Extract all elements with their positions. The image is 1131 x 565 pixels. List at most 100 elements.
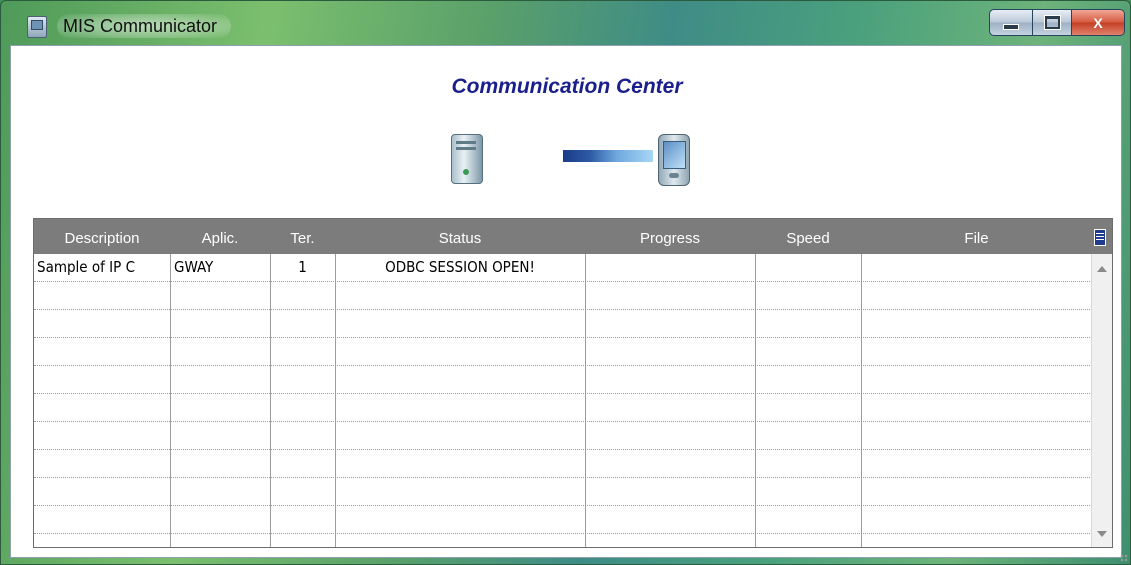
connection-bar-icon bbox=[563, 150, 653, 162]
cell-status: ODBC SESSION OPEN! bbox=[385, 258, 535, 276]
cell-file bbox=[861, 310, 1092, 337]
cell-speed bbox=[755, 282, 861, 309]
column-divider bbox=[170, 254, 171, 547]
table-row[interactable] bbox=[34, 338, 1092, 366]
table-row[interactable] bbox=[34, 394, 1092, 422]
cell-speed bbox=[755, 310, 861, 337]
caption-buttons: X bbox=[989, 9, 1125, 36]
cell-ter bbox=[270, 478, 335, 505]
column-divider bbox=[335, 254, 336, 547]
cell-file bbox=[861, 506, 1092, 533]
cell-description: Sample of IP C bbox=[37, 258, 136, 276]
table-row[interactable] bbox=[34, 282, 1092, 310]
cell-aplic bbox=[174, 478, 268, 505]
cell-description bbox=[37, 338, 169, 365]
cell-progress bbox=[585, 366, 755, 393]
table-row[interactable] bbox=[34, 450, 1092, 478]
app-icon[interactable] bbox=[27, 16, 47, 38]
table-body: Sample of IP C GWAY 1 ODBC SESSION OPEN! bbox=[34, 254, 1092, 547]
cell-status bbox=[335, 478, 585, 505]
cell-description bbox=[37, 394, 169, 421]
cell-ter bbox=[270, 422, 335, 449]
table-header: Description Aplic. Ter. Status Progress … bbox=[34, 219, 1112, 254]
cell-speed bbox=[755, 506, 861, 533]
vertical-scrollbar[interactable] bbox=[1091, 254, 1112, 547]
close-icon: X bbox=[1093, 14, 1103, 31]
table-row[interactable]: Sample of IP C GWAY 1 ODBC SESSION OPEN! bbox=[34, 254, 1092, 282]
cell-file bbox=[861, 338, 1092, 365]
main-window: MIS Communicator X Communication Center … bbox=[0, 0, 1131, 565]
cell-aplic bbox=[174, 282, 268, 309]
cell-description bbox=[37, 422, 169, 449]
column-divider bbox=[585, 254, 586, 547]
scroll-down-icon[interactable] bbox=[1097, 531, 1107, 537]
cell-status bbox=[335, 366, 585, 393]
column-divider bbox=[861, 254, 862, 547]
table-row[interactable] bbox=[34, 366, 1092, 394]
cell-aplic bbox=[174, 506, 268, 533]
cell-status bbox=[335, 310, 585, 337]
cell-description bbox=[37, 506, 169, 533]
minimize-button[interactable] bbox=[989, 9, 1033, 36]
window-title: MIS Communicator bbox=[57, 14, 232, 38]
column-chooser-icon[interactable] bbox=[1094, 229, 1106, 246]
cell-progress bbox=[585, 450, 755, 477]
cell-ter bbox=[270, 506, 335, 533]
scroll-up-icon[interactable] bbox=[1097, 266, 1107, 272]
cell-file bbox=[861, 450, 1092, 477]
cell-file bbox=[861, 254, 1092, 281]
resize-grip-icon[interactable] bbox=[1120, 554, 1128, 562]
cell-progress bbox=[585, 394, 755, 421]
cell-aplic bbox=[174, 450, 268, 477]
column-header-file[interactable]: File bbox=[861, 219, 1092, 254]
cell-aplic bbox=[174, 310, 268, 337]
cell-description bbox=[37, 478, 169, 505]
cell-status bbox=[335, 338, 585, 365]
column-header-aplic[interactable]: Aplic. bbox=[170, 219, 270, 254]
cell-progress bbox=[585, 310, 755, 337]
column-header-progress[interactable]: Progress bbox=[585, 219, 755, 254]
column-divider bbox=[755, 254, 756, 547]
cell-description bbox=[37, 282, 169, 309]
cell-speed bbox=[755, 422, 861, 449]
cell-status bbox=[335, 422, 585, 449]
column-header-status[interactable]: Status bbox=[335, 219, 585, 254]
cell-ter bbox=[270, 450, 335, 477]
cell-file bbox=[861, 394, 1092, 421]
column-header-ter[interactable]: Ter. bbox=[270, 219, 335, 254]
cell-aplic bbox=[174, 338, 268, 365]
cell-aplic bbox=[174, 394, 268, 421]
cell-speed bbox=[755, 450, 861, 477]
table-row[interactable] bbox=[34, 422, 1092, 450]
cell-ter bbox=[270, 282, 335, 309]
table-row[interactable] bbox=[34, 310, 1092, 338]
pda-icon bbox=[658, 134, 690, 186]
column-header-description[interactable]: Description bbox=[34, 219, 170, 254]
cell-file bbox=[861, 282, 1092, 309]
cell-progress bbox=[585, 422, 755, 449]
title-bar[interactable]: MIS Communicator X bbox=[1, 1, 1131, 45]
maximize-icon bbox=[1044, 16, 1060, 29]
cell-description bbox=[37, 366, 169, 393]
cell-ter bbox=[270, 310, 335, 337]
cell-status bbox=[335, 282, 585, 309]
table-row[interactable] bbox=[34, 478, 1092, 506]
cell-ter: 1 bbox=[298, 258, 307, 276]
cell-progress bbox=[585, 254, 755, 281]
cell-progress bbox=[585, 506, 755, 533]
page-title: Communication Center bbox=[451, 75, 683, 98]
column-divider bbox=[270, 254, 271, 547]
client-area: Communication Center Description Aplic. … bbox=[10, 45, 1122, 558]
cell-speed bbox=[755, 394, 861, 421]
cell-file bbox=[861, 422, 1092, 449]
cell-ter bbox=[270, 338, 335, 365]
cell-aplic: GWAY bbox=[174, 258, 214, 276]
cell-progress bbox=[585, 282, 755, 309]
server-icon bbox=[451, 134, 483, 184]
close-button[interactable]: X bbox=[1072, 9, 1125, 36]
cell-description bbox=[37, 310, 169, 337]
table-row[interactable] bbox=[34, 506, 1092, 534]
maximize-button[interactable] bbox=[1033, 9, 1072, 36]
column-header-speed[interactable]: Speed bbox=[755, 219, 861, 254]
cell-ter bbox=[270, 394, 335, 421]
